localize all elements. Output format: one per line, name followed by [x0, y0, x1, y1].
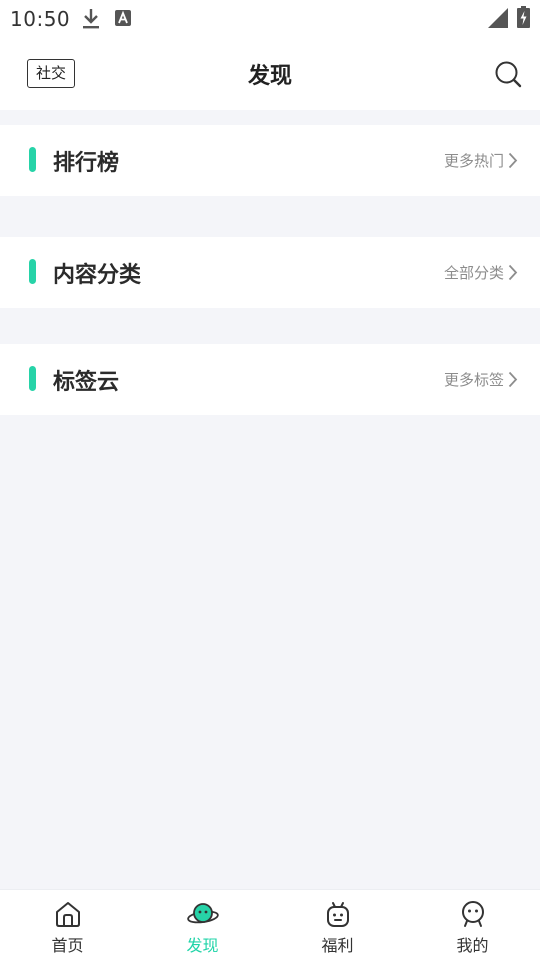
tab-label: 福利	[321, 936, 354, 955]
signal-icon	[488, 8, 508, 28]
home-icon	[55, 902, 80, 927]
top-header: 社交 发现	[0, 38, 540, 110]
app-notification-icon	[115, 10, 131, 26]
more-hot-link[interactable]: 更多热门	[444, 149, 518, 171]
section-accent-bar	[29, 147, 36, 172]
download-icon	[83, 9, 99, 29]
all-categories-link[interactable]: 全部分类	[444, 261, 518, 283]
tab-label: 我的	[456, 936, 489, 955]
section-ranking: 排行榜 更多热门	[0, 125, 540, 196]
search-icon[interactable]	[494, 60, 522, 88]
tab-label: 首页	[51, 936, 84, 955]
status-time: 10:50	[10, 7, 71, 31]
tab-home[interactable]: 首页	[0, 890, 135, 960]
bottom-tab-bar: 首页 发现 福利 我的	[0, 889, 540, 960]
status-bar: 10:50	[0, 0, 540, 38]
chevron-right-icon	[508, 264, 518, 280]
section-tag-cloud: 标签云 更多标签	[0, 344, 540, 415]
tab-label: 发现	[186, 936, 219, 955]
more-link-label: 更多标签	[443, 370, 504, 389]
tab-welfare[interactable]: 福利	[270, 890, 405, 960]
page-title: 发现	[247, 64, 292, 89]
tab-profile[interactable]: 我的	[405, 890, 540, 960]
more-tags-link[interactable]: 更多标签	[444, 368, 518, 390]
section-title: 内容分类	[53, 263, 142, 288]
chevron-right-icon	[508, 371, 518, 387]
chevron-right-icon	[508, 152, 518, 168]
section-categories: 内容分类 全部分类	[0, 237, 540, 308]
planet-icon	[186, 903, 219, 924]
section-accent-bar	[29, 259, 36, 284]
section-title: 排行榜	[53, 151, 120, 176]
more-link-label: 全部分类	[443, 263, 504, 282]
section-accent-bar	[29, 366, 36, 391]
battery-icon	[517, 6, 530, 28]
section-title: 标签云	[53, 370, 120, 395]
profile-icon	[461, 901, 484, 927]
more-link-label: 更多热门	[443, 151, 504, 170]
gift-robot-icon	[326, 902, 349, 927]
tab-discover[interactable]: 发现	[135, 890, 270, 960]
